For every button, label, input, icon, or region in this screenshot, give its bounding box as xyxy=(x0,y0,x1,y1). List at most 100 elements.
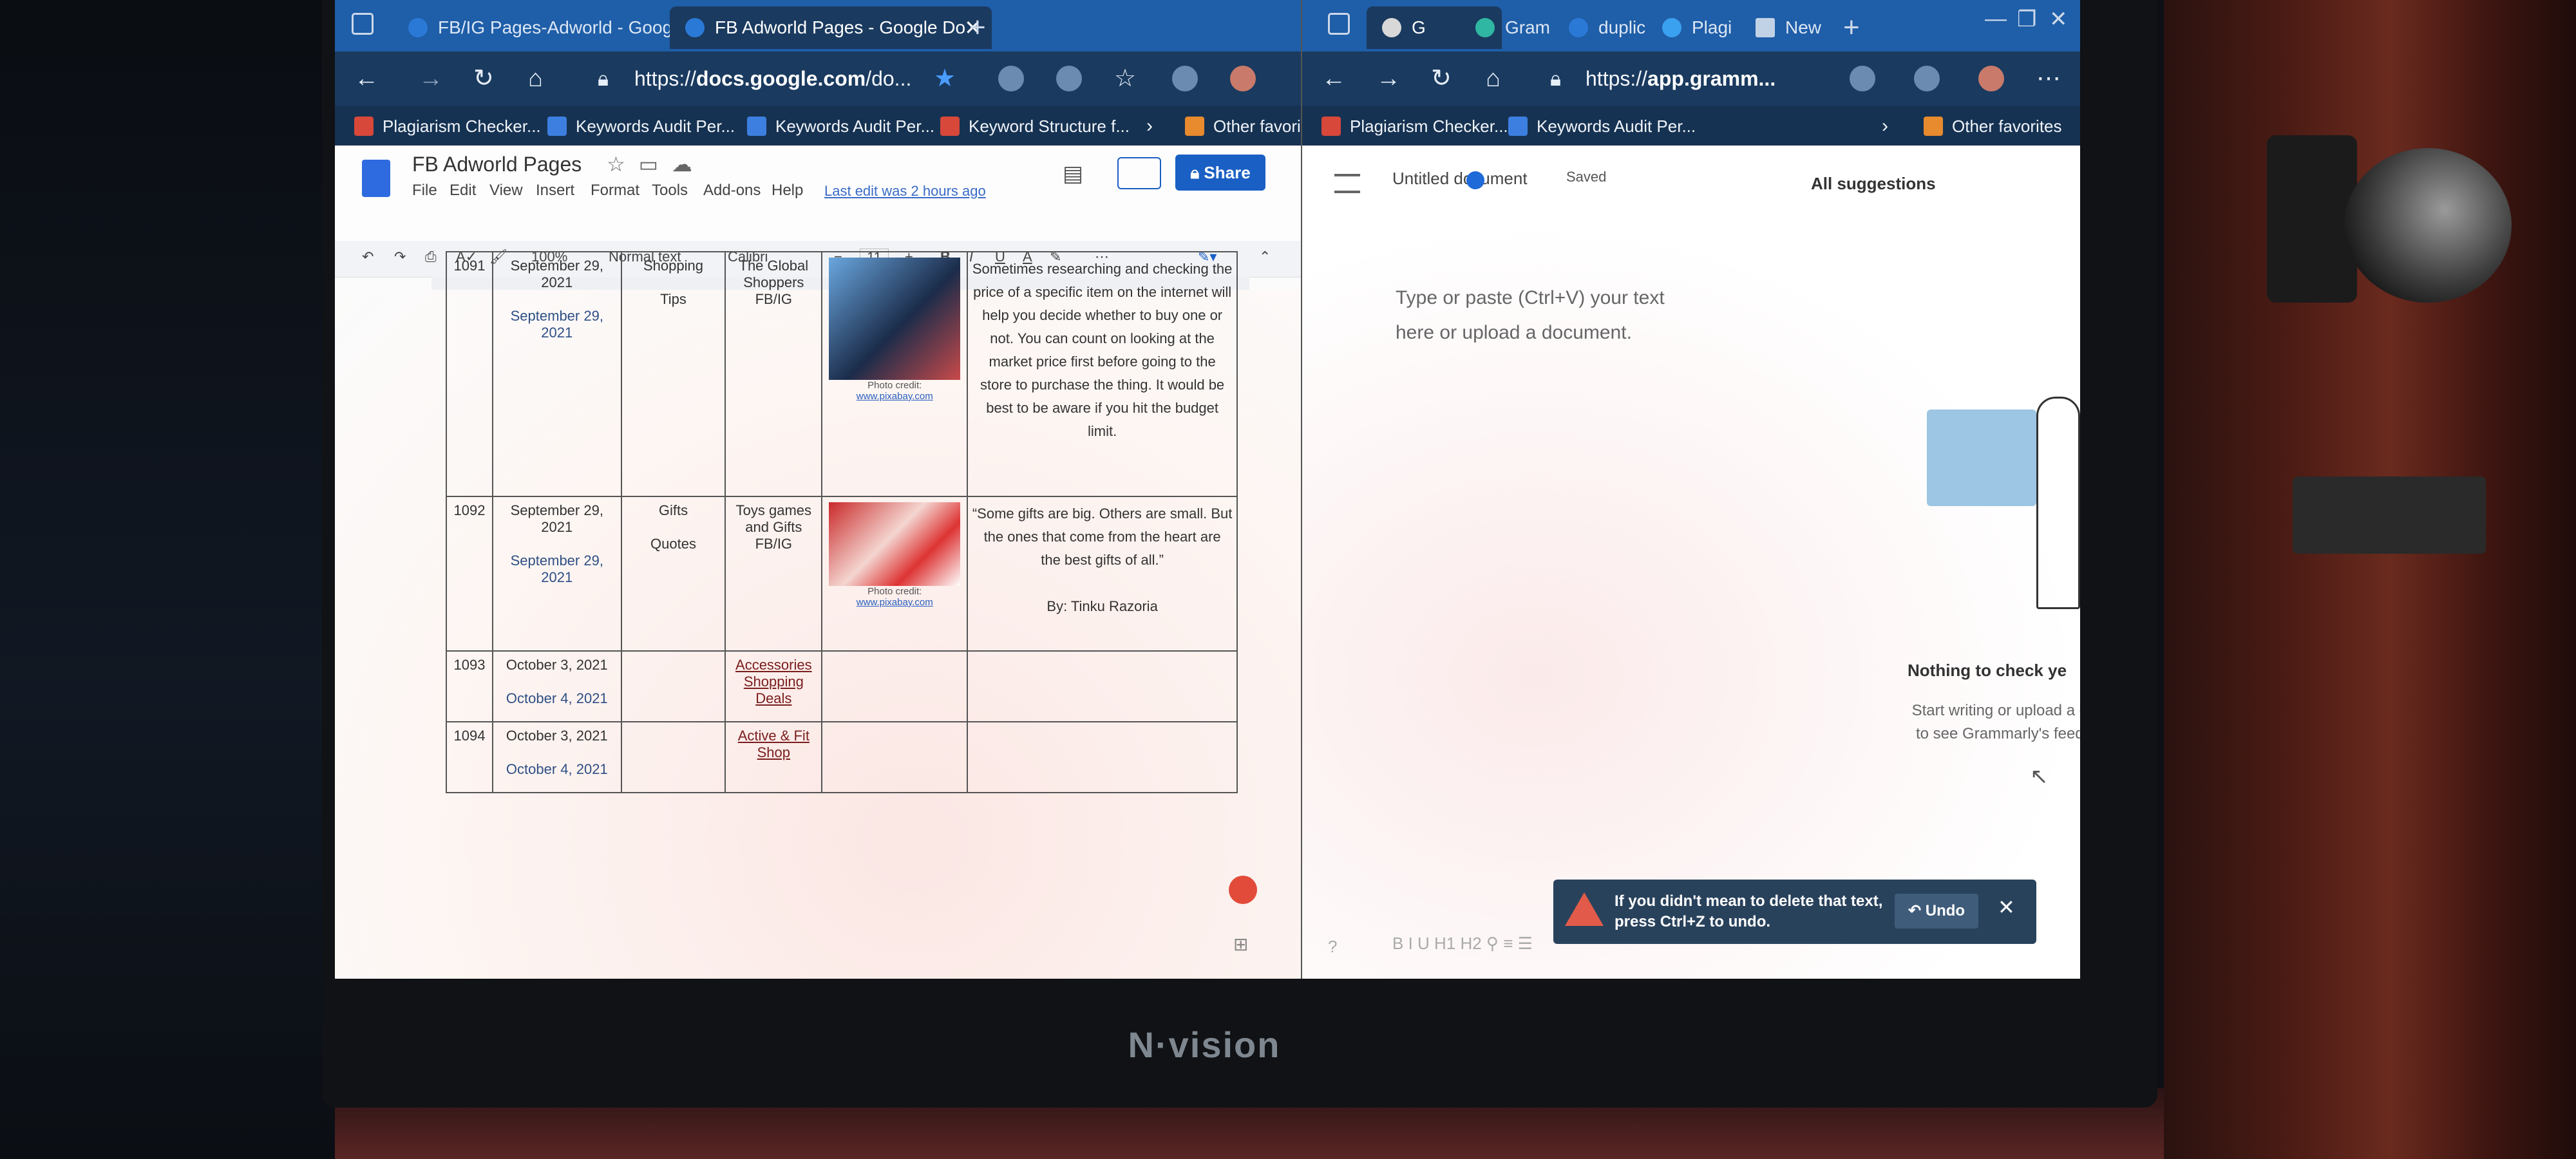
bookmark-plagiarism-checker[interactable]: Plagiarism Checker... xyxy=(1321,112,1508,140)
gift-photo[interactable] xyxy=(829,502,961,586)
cursor-dot-icon xyxy=(1466,171,1484,189)
new-tab-icon[interactable]: + xyxy=(1843,6,1860,49)
site-icon xyxy=(1569,18,1588,37)
more-menu-icon[interactable]: ⋯ xyxy=(2036,63,2061,94)
back-icon[interactable]: ← xyxy=(354,63,379,94)
move-folder-icon[interactable]: ▭ xyxy=(639,153,658,176)
url-field[interactable]: https://docs.google.com/do... xyxy=(634,58,911,99)
row-dates: September 29, 2021 September 29, 2021 xyxy=(491,251,622,497)
left-tab-bar: FB/IG Pages-Adworld - Google S ✕ FB Adwo… xyxy=(335,0,1301,52)
grammarly-badge-icon[interactable] xyxy=(1229,876,1257,904)
shopping-photo[interactable] xyxy=(829,258,961,380)
menu-format[interactable]: Format xyxy=(591,182,639,200)
minimize-icon[interactable]: — xyxy=(1985,6,2007,32)
page-link[interactable]: Accessories Shopping Deals xyxy=(735,657,812,706)
bookmark-other-favorites[interactable]: Other favorites xyxy=(1924,112,2062,140)
bookmark-keywords-audit-1[interactable]: Keywords Audit Per... xyxy=(547,112,735,140)
row-category xyxy=(620,721,726,793)
photo-credit-link[interactable]: www.pixabay.com xyxy=(826,391,963,402)
undo-button[interactable]: ↶ Undo xyxy=(1895,894,1978,928)
menu-insert[interactable]: Insert xyxy=(536,182,574,200)
row-dates: September 29, 2021 September 29, 2021 xyxy=(491,496,622,652)
close-window-icon[interactable]: ✕ xyxy=(2049,6,2068,32)
row-page: The Global Shoppers FB/IG xyxy=(724,251,823,497)
tab-fbig-pages[interactable]: FB/IG Pages-Adworld - Google S ✕ xyxy=(393,6,708,49)
print-icon[interactable]: ⎙ xyxy=(425,249,437,265)
docs-bookmark-icon xyxy=(1508,117,1528,136)
photo-credit-link[interactable]: www.pixabay.com xyxy=(826,597,963,608)
refresh-icon[interactable]: ↻ xyxy=(473,63,494,94)
explore-icon[interactable]: ⊞ xyxy=(1233,934,1248,955)
chevron-right-icon[interactable]: › xyxy=(1146,112,1153,140)
google-docs-logo-icon[interactable] xyxy=(362,160,390,197)
document-title[interactable]: FB Adworld Pages ☆ ▭ ☁ xyxy=(412,152,692,176)
menu-edit[interactable]: Edit xyxy=(450,182,476,200)
menu-view[interactable]: View xyxy=(489,182,523,200)
collapse-toolbar-icon[interactable]: ⌃ xyxy=(1259,249,1271,265)
row-photo: Photo credit: www.pixabay.com xyxy=(821,496,969,652)
refresh-icon[interactable]: ↻ xyxy=(1431,63,1452,94)
page-link[interactable]: Active & Fit Shop xyxy=(738,728,810,760)
formatting-toolbar[interactable]: B I U H1 H2 ⚲ ≡ ☰ xyxy=(1392,934,1533,954)
bookmark-keyword-structure[interactable]: Keyword Structure f... xyxy=(940,112,1130,140)
share-button[interactable]: 🔒︎ Share xyxy=(1175,155,1265,191)
row-id: 1091 xyxy=(446,251,493,497)
chevron-right-icon[interactable]: › xyxy=(1882,112,1888,140)
favorites-icon[interactable]: ☆ xyxy=(1114,63,1136,94)
extension-icon[interactable] xyxy=(1850,66,1875,91)
folder-icon xyxy=(1185,117,1204,136)
new-tab-icon[interactable]: + xyxy=(969,6,986,49)
undo-icon[interactable]: ↶ xyxy=(362,249,374,265)
menu-tools[interactable]: Tools xyxy=(652,182,688,200)
bookmark-other-favorites[interactable]: Other favori xyxy=(1185,112,1301,140)
bookmark-plagiarism-checker[interactable]: Plagiarism Checker... xyxy=(354,112,541,140)
bookmark-keywords-audit-2[interactable]: Keywords Audit Per... xyxy=(747,112,934,140)
collections-icon[interactable] xyxy=(1172,66,1198,91)
menu-help[interactable]: Help xyxy=(772,182,803,200)
right-address-bar: ← → ↻ ⌂ 🔒︎ https://app.gramm... ⋯ xyxy=(1302,52,2080,106)
tab-actions-icon[interactable] xyxy=(1328,13,1350,35)
extensions-puzzle-icon[interactable] xyxy=(1056,66,1082,91)
tab-fb-adworld-pages[interactable]: FB Adworld Pages - Google Do ✕ xyxy=(670,6,992,49)
illustration-screen xyxy=(1927,410,2036,506)
menu-addons[interactable]: Add-ons xyxy=(703,182,761,200)
row-page: Active & Fit Shop xyxy=(724,721,823,793)
present-icon[interactable] xyxy=(1117,157,1161,189)
maximize-icon[interactable]: ❐ xyxy=(2017,6,2036,32)
forward-icon[interactable]: → xyxy=(419,63,443,94)
tab-actions-icon[interactable] xyxy=(352,13,374,35)
close-toast-icon[interactable]: ✕ xyxy=(1998,895,2015,919)
home-icon[interactable]: ⌂ xyxy=(1486,63,1501,94)
door-plate xyxy=(2267,135,2357,303)
row-category: Gifts Quotes xyxy=(620,496,726,652)
extension-icon[interactable] xyxy=(998,66,1024,91)
grammarly-editor[interactable]: Type or paste (Ctrl+V) your text here or… xyxy=(1302,223,2080,979)
back-icon[interactable]: ← xyxy=(1321,63,1346,94)
redo-icon[interactable]: ↷ xyxy=(394,249,406,265)
all-suggestions-tab[interactable]: All suggestions xyxy=(1811,174,1936,194)
extensions-puzzle-icon[interactable] xyxy=(1914,66,1940,91)
comment-history-icon[interactable]: ▤ xyxy=(1063,161,1083,187)
row-id: 1092 xyxy=(446,496,493,652)
profile-icon[interactable] xyxy=(1978,66,2004,91)
menu-file[interactable]: File xyxy=(412,182,437,200)
grammarly-tab-icon xyxy=(1475,18,1495,37)
star-icon[interactable]: ☆ xyxy=(607,153,625,176)
toast-message: If you didn't mean to delete that text, … xyxy=(1615,892,1883,930)
hamburger-menu-icon[interactable] xyxy=(1334,174,1360,193)
profile-icon[interactable] xyxy=(1230,66,1256,91)
favorite-star-icon[interactable]: ★ xyxy=(934,63,956,94)
cloud-status-icon: ☁ xyxy=(671,153,692,176)
monitor-brand: N·vision xyxy=(1128,1024,1281,1065)
row-photo xyxy=(821,650,969,722)
home-icon[interactable]: ⌂ xyxy=(528,63,543,94)
content-table: 1091 September 29, 2021 September 29, 20… xyxy=(446,251,1238,793)
docs-bookmark-icon xyxy=(747,117,766,136)
last-edit-link[interactable]: Last edit was 2 hours ago xyxy=(824,183,986,200)
url-field[interactable]: https://app.gramm... xyxy=(1586,58,1776,99)
mouse-cursor-icon: ↖ xyxy=(2030,764,2049,789)
grammarly-doc-title[interactable]: Untitled document xyxy=(1392,169,1528,189)
bookmark-keywords-audit[interactable]: Keywords Audit Per... xyxy=(1508,112,1696,140)
help-icon[interactable]: ? xyxy=(1328,937,1337,957)
forward-icon[interactable]: → xyxy=(1376,63,1401,94)
